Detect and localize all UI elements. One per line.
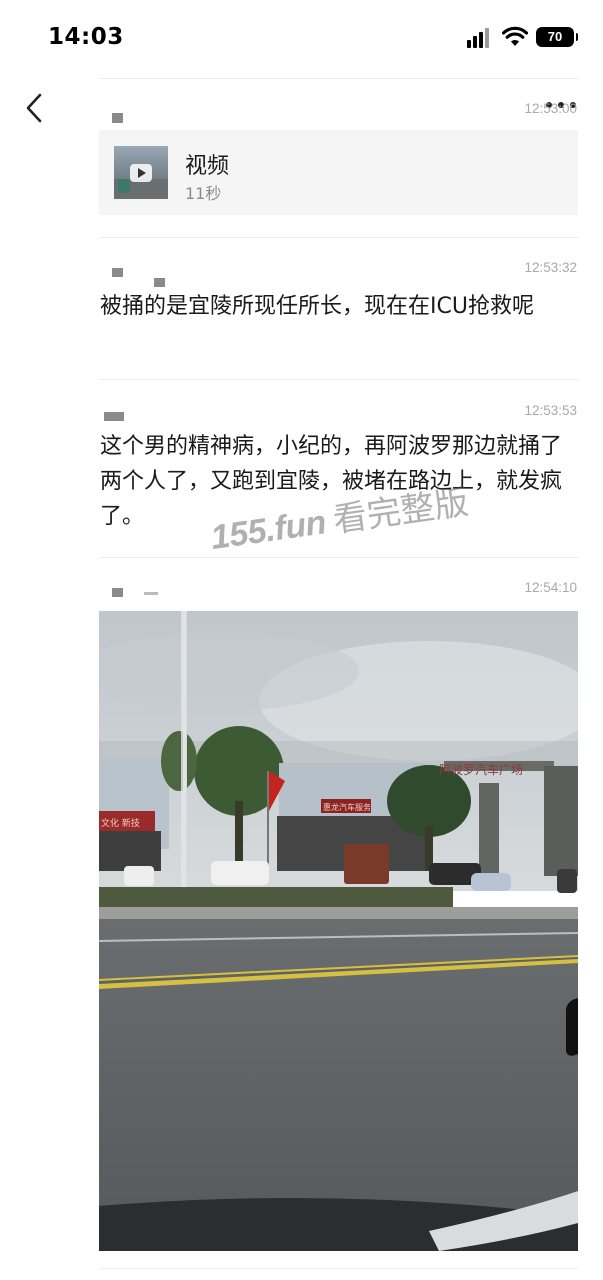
status-time: 14:03 (48, 24, 124, 50)
photo-shop-sign: 文化 新技 (101, 817, 140, 829)
photo-service-sign: 惠龙汽车服务 (323, 802, 371, 812)
battery-icon: 70 (536, 27, 578, 47)
message-text: 被捅的是宜陵所现任所长，现在在ICU抢救呢 (100, 294, 534, 319)
photo-gate-sign: 阿波罗汽车广场 (439, 762, 523, 777)
sender-avatar-redacted (112, 268, 172, 287)
video-camera-icon (130, 164, 152, 182)
sender-avatar-redacted (104, 412, 142, 422)
video-message-card[interactable]: 视频 11秒 (99, 130, 578, 215)
wifi-icon (502, 26, 528, 46)
video-thumbnail (114, 146, 168, 199)
sender-avatar-redacted (112, 588, 162, 598)
message-timestamp: 12:53:00 (524, 101, 577, 116)
message-divider (100, 78, 578, 79)
photo-edge-shadow (566, 998, 578, 1058)
message-timestamp: 12:54:10 (524, 580, 577, 595)
message-timestamp: 12:53:32 (524, 260, 577, 275)
status-bar: 14:03 70 (0, 0, 603, 70)
message-divider (100, 1268, 578, 1269)
video-title: 视频 (185, 154, 230, 179)
message-divider (100, 237, 578, 238)
message-divider (100, 379, 578, 380)
back-chevron-icon[interactable] (20, 90, 50, 126)
cellular-signal-icon (467, 28, 493, 48)
message-text: 这个男的精神病，小纪的，再阿波罗那边就捅了两个人了，又跑到宜陵，被堵在路边上，就… (100, 434, 563, 529)
message-divider (100, 557, 578, 558)
video-duration: 11秒 (185, 184, 222, 203)
message-timestamp: 12:53:53 (524, 403, 577, 418)
sender-avatar-redacted (112, 113, 132, 123)
street-photo[interactable]: 阿波罗汽车广场 文化 新技 惠龙汽车服务 (99, 611, 578, 1251)
